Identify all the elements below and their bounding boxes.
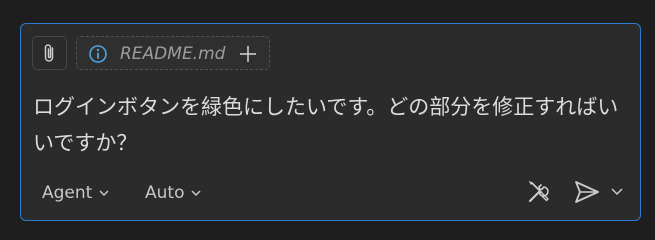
context-file-chip[interactable]: README.md [76, 36, 270, 70]
send-icon[interactable] [572, 178, 602, 206]
chevron-down-icon [191, 190, 202, 197]
paperclip-icon [44, 44, 53, 62]
prompt-input[interactable]: ログインボタンを緑色にしたいです。どの部分を修正すればいいですか？ [33, 89, 623, 161]
context-file-name: README.md [120, 44, 226, 64]
attach-context-button[interactable] [32, 36, 67, 70]
mode-dropdown[interactable]: Agent [42, 180, 110, 206]
mode-label: Agent [42, 183, 93, 203]
chevron-down-icon[interactable] [609, 184, 625, 200]
model-label: Auto [145, 183, 185, 203]
wrench-screwdriver-icon[interactable] [526, 178, 554, 206]
chevron-down-icon [99, 190, 109, 197]
info-icon [89, 45, 107, 63]
plus-icon[interactable] [237, 43, 259, 65]
chat-input-panel[interactable]: README.md ログインボタンを緑色にしたいです。どの部分を修正すればいいで… [20, 23, 641, 221]
model-dropdown[interactable]: Auto [145, 180, 202, 206]
